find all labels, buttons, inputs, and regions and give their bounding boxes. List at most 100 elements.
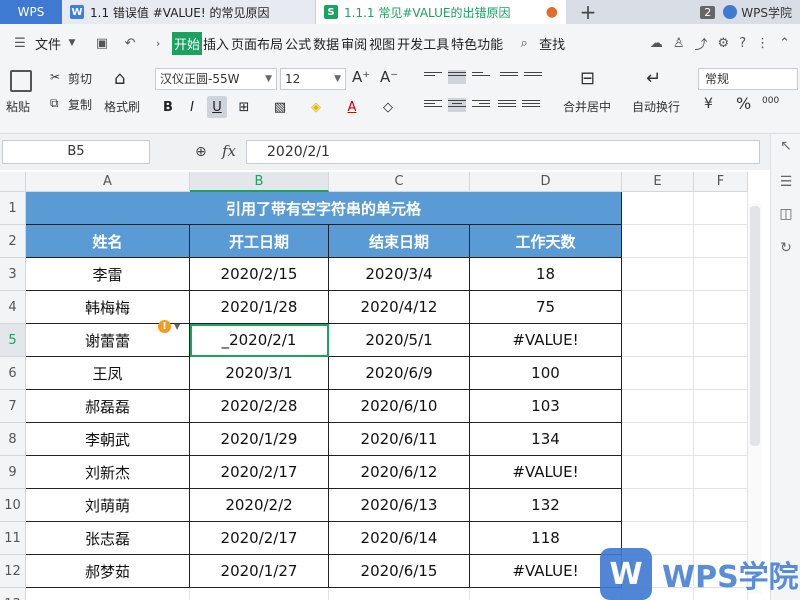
menu-formulas[interactable]: 公式 [284,32,312,55]
vertical-scrollbar[interactable] [748,204,762,594]
row-header-5[interactable]: 5 [0,324,26,357]
bold-button[interactable]: B [158,96,178,118]
table-data-cell[interactable]: 2020/2/17 [190,456,329,489]
distributed-icon[interactable] [522,98,540,112]
table-data-cell[interactable]: 103 [470,390,622,423]
empty-cell[interactable] [694,192,748,225]
table-data-cell[interactable]: 刘萌萌 [26,489,190,522]
collapse-ribbon-icon[interactable]: ⌃ [779,36,790,51]
table-data-cell[interactable]: 韩梅梅 [26,291,190,324]
row-header-4[interactable]: 4 [0,291,26,324]
decrease-font-icon[interactable]: A⁻ [380,68,398,86]
align-right-icon[interactable] [472,98,490,112]
error-warning-icon[interactable]: ! [158,320,171,333]
table-data-cell[interactable]: 2020/1/27 [190,555,329,588]
empty-cell[interactable] [622,225,694,258]
empty-cell[interactable] [694,291,748,324]
table-data-cell[interactable]: 2020/6/9 [329,357,470,390]
highlight-icon[interactable]: ◈ [306,96,326,118]
table-data-cell[interactable]: 2020/6/13 [329,489,470,522]
table-data-cell[interactable]: 李雷 [26,258,190,291]
empty-cell[interactable] [694,390,748,423]
empty-cell[interactable] [694,225,748,258]
table-header-cell[interactable]: 工作天数 [470,225,622,258]
wrap-text-label[interactable]: 自动换行 [632,98,680,115]
percent-icon[interactable]: % [736,94,751,113]
font-family-select[interactable]: 汉仪正圆-55W ▼ [155,68,277,90]
table-data-cell[interactable]: 王凤 [26,357,190,390]
increase-font-icon[interactable]: A⁺ [352,68,370,86]
font-color-icon[interactable]: A [342,96,362,118]
empty-cell[interactable] [694,258,748,291]
table-data-cell[interactable]: 2020/3/4 [329,258,470,291]
table-data-cell[interactable]: 2020/1/29 [190,423,329,456]
table-data-cell[interactable]: 郝磊磊 [26,390,190,423]
table-data-cell[interactable]: 2020/6/15 [329,555,470,588]
table-data-cell[interactable]: 100 [470,357,622,390]
table-data-cell[interactable]: 2020/2/15 [190,258,329,291]
user-icon[interactable]: ♙ [673,36,685,51]
fill-color-icon[interactable]: ▧ [270,96,290,118]
table-header-cell[interactable]: 姓名 [26,225,190,258]
wps-academy-link[interactable]: WPS学院 [723,4,792,21]
menu-review[interactable]: 审阅 [340,32,368,55]
table-data-cell[interactable]: 18 [470,258,622,291]
row-header-13[interactable]: 13 [0,588,26,600]
underline-button[interactable]: U [207,96,227,118]
borders-icon[interactable]: ⊞ [234,96,254,118]
table-data-cell[interactable]: 刘新杰 [26,456,190,489]
copy-icon[interactable]: ⧉ [50,96,59,111]
table-data-cell[interactable]: 2020/2/2 [190,489,329,522]
row-header-1[interactable]: 1 [0,192,26,225]
format-painter-label[interactable]: 格式刷 [104,98,140,115]
undo-icon[interactable]: ↶ [122,35,138,51]
table-data-cell[interactable]: 132 [470,489,622,522]
save-icon[interactable]: ▣ [94,35,110,51]
table-data-cell[interactable]: 2020/4/12 [329,291,470,324]
row-header-7[interactable]: 7 [0,390,26,423]
menu-data[interactable]: 数据 [312,32,340,55]
table-data-cell[interactable]: 张志磊 [26,522,190,555]
column-header-c[interactable]: C [329,172,470,192]
cut-icon[interactable]: ✂ [50,70,60,84]
table-data-cell[interactable]: 2020/1/28 [190,291,329,324]
italic-button[interactable]: I [182,96,202,118]
paste-label[interactable]: 粘贴 [6,98,30,115]
column-header-b[interactable]: B [190,172,329,192]
select-cursor-icon[interactable]: ↖ [778,138,794,154]
clear-format-icon[interactable]: ◇ [378,96,398,118]
menu-file[interactable]: 文件 [34,32,62,55]
zoom-formula-icon[interactable]: ⊕ [195,144,207,160]
empty-cell[interactable] [622,489,694,522]
merge-center-icon[interactable]: ⊟ [580,68,595,89]
table-data-cell[interactable]: 2020/3/1 [190,357,329,390]
panel-shape-icon[interactable]: ◫ [778,206,794,222]
copy-label[interactable]: 复制 [68,96,92,113]
corner-select-all[interactable] [0,172,26,192]
more-icon[interactable]: ⋮ [756,36,769,51]
menu-page-layout[interactable]: 页面布局 [230,32,284,55]
menu-home[interactable]: 开始 [172,31,203,55]
table-data-cell[interactable]: #VALUE! [470,324,622,357]
vertical-scroll-thumb[interactable] [750,206,760,446]
table-data-cell[interactable]: 2020/6/11 [329,423,470,456]
merge-center-label[interactable]: 合并居中 [563,98,611,115]
share-icon[interactable]: ⤴ [695,34,708,53]
cut-label[interactable]: 剪切 [68,70,92,87]
selected-cell[interactable]: _2020/2/1 [190,324,329,357]
insert-function-button[interactable]: fx [222,142,236,160]
row-header-11[interactable]: 11 [0,522,26,555]
table-data-cell[interactable]: 2020/6/14 [329,522,470,555]
row-header-9[interactable]: 9 [0,456,26,489]
table-header-cell[interactable]: 结束日期 [329,225,470,258]
more-chevron-icon[interactable]: › [150,35,166,51]
menu-search[interactable]: 查找 [538,32,566,55]
menu-developer[interactable]: 开发工具 [396,32,450,55]
row-header-2[interactable]: 2 [0,225,26,258]
row-header-3[interactable]: 3 [0,258,26,291]
search-icon[interactable]: ⌕ [516,35,532,51]
empty-cell[interactable] [694,456,748,489]
chevron-down-icon[interactable]: ▼ [64,35,80,51]
currency-icon[interactable]: ¥ [704,96,713,112]
menu-view[interactable]: 视图 [368,32,396,55]
